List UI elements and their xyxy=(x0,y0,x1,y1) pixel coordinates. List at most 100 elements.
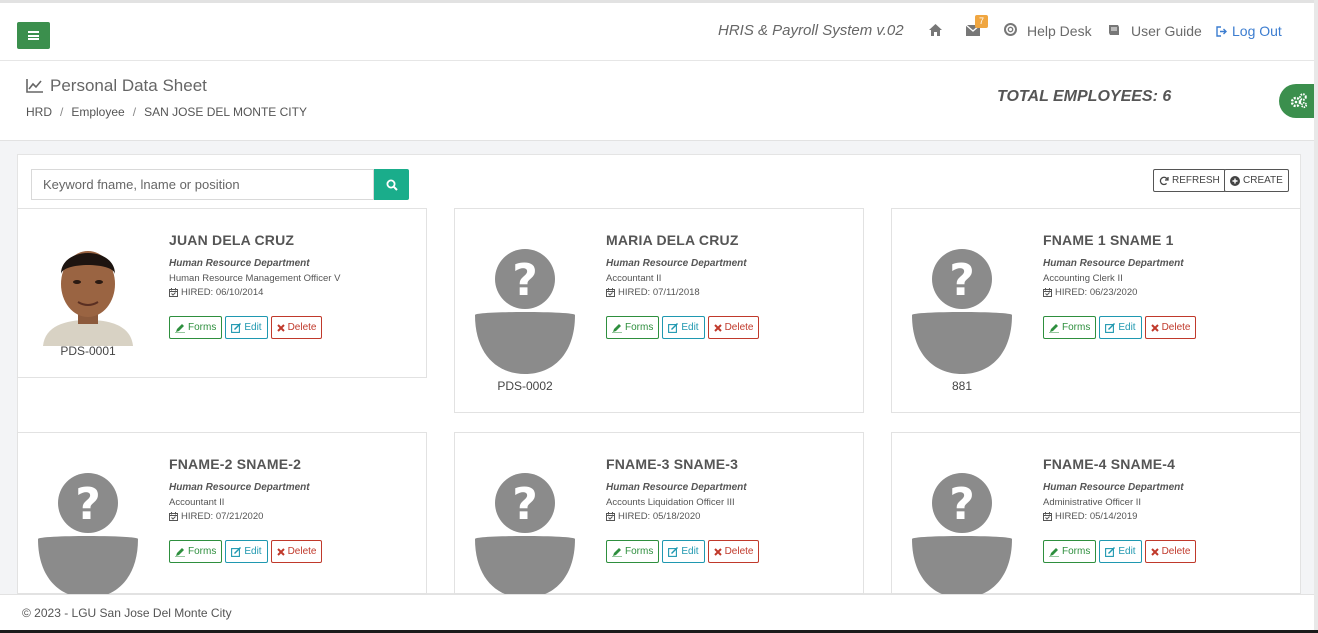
employee-name: FNAME-3 SNAME-3 xyxy=(606,456,739,472)
forms-icon xyxy=(1049,547,1059,557)
breadcrumb-item-hrd[interactable]: HRD xyxy=(26,105,52,119)
employee-department: Human Resource Department xyxy=(169,482,310,493)
placeholder-avatar-icon: ? xyxy=(912,249,1012,379)
edit-label: Edit xyxy=(1118,546,1136,557)
line-chart-icon xyxy=(26,79,43,93)
employee-department: Human Resource Department xyxy=(606,482,747,493)
close-icon xyxy=(1150,547,1159,556)
employee-hired-date: HIRED: 05/14/2019 xyxy=(1043,511,1137,522)
employee-card: ? FNAME-4 SNAME-4 Human Resource Departmen… xyxy=(891,432,1301,598)
employee-actions: Forms Edit Delete xyxy=(1043,540,1197,563)
forms-button[interactable]: Forms xyxy=(606,540,660,563)
forms-button[interactable]: Forms xyxy=(606,316,660,339)
calendar-icon xyxy=(169,288,178,297)
delete-button[interactable]: Delete xyxy=(707,540,760,563)
edit-icon xyxy=(231,546,242,557)
delete-button[interactable]: Delete xyxy=(1144,316,1197,339)
employee-department: Human Resource Department xyxy=(606,258,747,269)
edit-button[interactable]: Edit xyxy=(662,540,705,563)
page-title: Personal Data Sheet xyxy=(26,76,207,96)
close-icon xyxy=(276,323,285,332)
delete-label: Delete xyxy=(287,322,317,333)
breadcrumb: HRD / Employee / SAN JOSE DEL MONTE CITY xyxy=(26,105,307,119)
employee-name: MARIA DELA CRUZ xyxy=(606,232,739,248)
forms-button[interactable]: Forms xyxy=(1043,316,1097,339)
breadcrumb-item-city: SAN JOSE DEL MONTE CITY xyxy=(144,105,307,119)
employee-hired-date: HIRED: 07/11/2018 xyxy=(606,287,700,298)
create-button[interactable]: CREATE xyxy=(1224,169,1289,192)
employee-name: FNAME-2 SNAME-2 xyxy=(169,456,302,472)
edit-label: Edit xyxy=(244,546,262,557)
page-header: Personal Data Sheet HRD / Employee / SAN… xyxy=(0,61,1318,141)
delete-button[interactable]: Delete xyxy=(1144,540,1197,563)
delete-label: Delete xyxy=(724,546,754,557)
close-icon xyxy=(276,547,285,556)
app-title: HRIS & Payroll System v.02 xyxy=(718,22,904,39)
search-button[interactable] xyxy=(374,169,409,200)
employee-position: Accounting Clerk II xyxy=(1043,273,1123,284)
placeholder-avatar-icon: ? xyxy=(475,473,575,603)
edit-button[interactable]: Edit xyxy=(1099,316,1142,339)
hired-text: HIRED: 05/18/2020 xyxy=(618,511,701,522)
logout-icon xyxy=(1216,25,1227,37)
delete-button[interactable]: Delete xyxy=(270,316,323,339)
refresh-label: REFRESH xyxy=(1172,175,1220,186)
logout-label: Log Out xyxy=(1232,23,1282,39)
employee-card: PDS-0001 JUAN DELA CRUZ Human Resource Dep… xyxy=(17,208,427,378)
edit-button[interactable]: Edit xyxy=(662,316,705,339)
search-input[interactable] xyxy=(31,169,374,200)
scrollbar-track[interactable] xyxy=(1314,0,1318,633)
employee-department: Human Resource Department xyxy=(1043,258,1184,269)
delete-label: Delete xyxy=(287,546,317,557)
employee-code: PDS-0002 xyxy=(497,379,553,393)
edit-label: Edit xyxy=(681,322,699,333)
close-icon xyxy=(713,547,722,556)
edit-icon xyxy=(668,322,679,333)
employee-actions: Forms Edit Delete xyxy=(606,540,760,563)
sidebar-toggle-button[interactable] xyxy=(17,22,50,49)
forms-button[interactable]: Forms xyxy=(1043,540,1097,563)
refresh-icon xyxy=(1159,176,1169,185)
home-icon[interactable] xyxy=(929,23,942,39)
close-icon xyxy=(1150,323,1159,332)
employee-position: Accounts Liquidation Officer III xyxy=(606,497,735,508)
edit-label: Edit xyxy=(1118,322,1136,333)
breadcrumb-separator: / xyxy=(60,105,64,119)
forms-button[interactable]: Forms xyxy=(169,316,223,339)
refresh-button[interactable]: REFRESH xyxy=(1153,169,1226,192)
breadcrumb-item-employee[interactable]: Employee xyxy=(71,105,124,119)
hired-text: HIRED: 05/14/2019 xyxy=(1055,511,1138,522)
svg-text:?: ? xyxy=(512,479,538,530)
forms-icon xyxy=(612,547,622,557)
search-icon xyxy=(386,179,398,191)
employee-photo xyxy=(35,234,141,351)
forms-icon xyxy=(175,547,185,557)
settings-toggle-button[interactable] xyxy=(1279,84,1318,118)
help-desk-link[interactable]: Help Desk xyxy=(1027,23,1092,39)
delete-button[interactable]: Delete xyxy=(270,540,323,563)
employee-actions: Forms Edit Delete xyxy=(1043,316,1197,339)
employee-hired-date: HIRED: 06/23/2020 xyxy=(1043,287,1137,298)
edit-button[interactable]: Edit xyxy=(225,316,268,339)
edit-button[interactable]: Edit xyxy=(225,540,268,563)
user-guide-link[interactable]: User Guide xyxy=(1131,23,1202,39)
delete-button[interactable]: Delete xyxy=(707,316,760,339)
employee-card: ? 881 FNAME 1 SNAME 1 Human Resource Depart… xyxy=(891,208,1301,413)
employee-name: FNAME 1 SNAME 1 xyxy=(1043,232,1174,248)
forms-icon xyxy=(175,323,185,333)
edit-label: Edit xyxy=(681,546,699,557)
edit-button[interactable]: Edit xyxy=(1099,540,1142,563)
forms-button[interactable]: Forms xyxy=(169,540,223,563)
delete-label: Delete xyxy=(724,322,754,333)
logout-link[interactable]: Log Out xyxy=(1216,23,1282,39)
forms-label: Forms xyxy=(1062,322,1091,333)
forms-label: Forms xyxy=(188,546,217,557)
delete-label: Delete xyxy=(1161,546,1191,557)
svg-text:?: ? xyxy=(512,255,538,306)
employee-actions: Forms Edit Delete xyxy=(169,316,323,339)
forms-label: Forms xyxy=(1062,546,1091,557)
calendar-icon xyxy=(606,288,615,297)
svg-text:?: ? xyxy=(75,479,101,530)
employee-actions: Forms Edit Delete xyxy=(606,316,760,339)
employee-name: JUAN DELA CRUZ xyxy=(169,232,295,248)
